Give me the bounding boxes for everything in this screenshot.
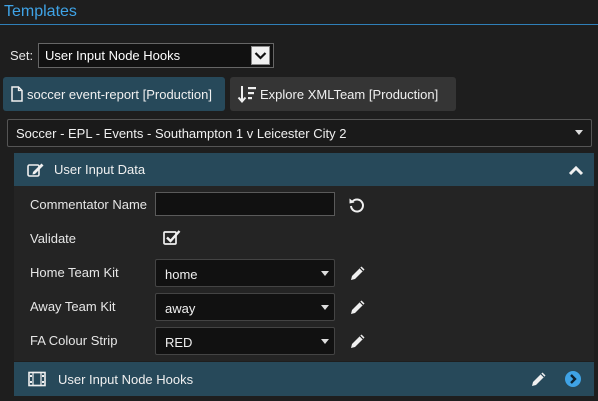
chevron-down-icon[interactable] [251, 46, 270, 65]
away-team-kit-value: away [165, 301, 196, 316]
event-select-value: Soccer - EPL - Events - Southampton 1 v … [16, 126, 347, 141]
sort-icon [237, 86, 256, 103]
caret-down-icon [575, 130, 583, 135]
set-label: Set: [10, 48, 34, 63]
title-divider [0, 24, 598, 25]
footer-title: User Input Node Hooks [58, 371, 194, 387]
user-input-data-header[interactable]: User Input Data [14, 153, 594, 186]
away-team-kit-label: Away Team Kit [30, 299, 116, 314]
pencil-icon[interactable] [349, 298, 367, 316]
commentator-name-input[interactable] [155, 192, 335, 216]
document-icon [11, 86, 23, 102]
validate-label: Validate [30, 231, 77, 246]
film-icon [28, 371, 46, 387]
set-select[interactable]: User Input Node Hooks [38, 43, 274, 68]
explore-button-label: Explore XMLTeam [Production] [260, 86, 439, 102]
home-team-kit-label: Home Team Kit [30, 265, 119, 280]
home-team-kit-value: home [165, 267, 198, 282]
home-team-kit-select[interactable]: home [155, 259, 335, 287]
set-select-value: User Input Node Hooks [45, 48, 181, 63]
fa-colour-strip-value: RED [165, 335, 193, 350]
validate-checkbox[interactable] [163, 229, 181, 246]
page-title: Templates [4, 3, 77, 20]
edit-icon [27, 163, 44, 177]
explore-xmlteam-button[interactable]: Explore XMLTeam [Production] [230, 77, 456, 111]
chevron-up-icon[interactable] [568, 165, 584, 176]
pencil-icon[interactable] [530, 370, 548, 388]
fa-colour-strip-label: FA Colour Strip [30, 333, 118, 348]
arrow-right-circle-icon[interactable] [564, 370, 582, 388]
pencil-icon[interactable] [349, 264, 367, 282]
pencil-icon[interactable] [349, 332, 367, 350]
away-team-kit-select[interactable]: away [155, 293, 335, 321]
soccer-button-label: soccer event-report [Production] [27, 86, 212, 102]
undo-icon[interactable] [348, 196, 366, 214]
fa-colour-strip-select[interactable]: RED [155, 327, 335, 355]
soccer-event-report-button[interactable]: soccer event-report [Production] [3, 77, 225, 111]
user-input-node-hooks-row[interactable]: User Input Node Hooks [14, 362, 594, 396]
panel-title: User Input Data [54, 162, 146, 177]
caret-down-icon [321, 339, 329, 344]
event-select[interactable]: Soccer - EPL - Events - Southampton 1 v … [7, 119, 592, 147]
caret-down-icon [321, 305, 329, 310]
commentator-name-label: Commentator Name [30, 197, 148, 212]
caret-down-icon [321, 271, 329, 276]
